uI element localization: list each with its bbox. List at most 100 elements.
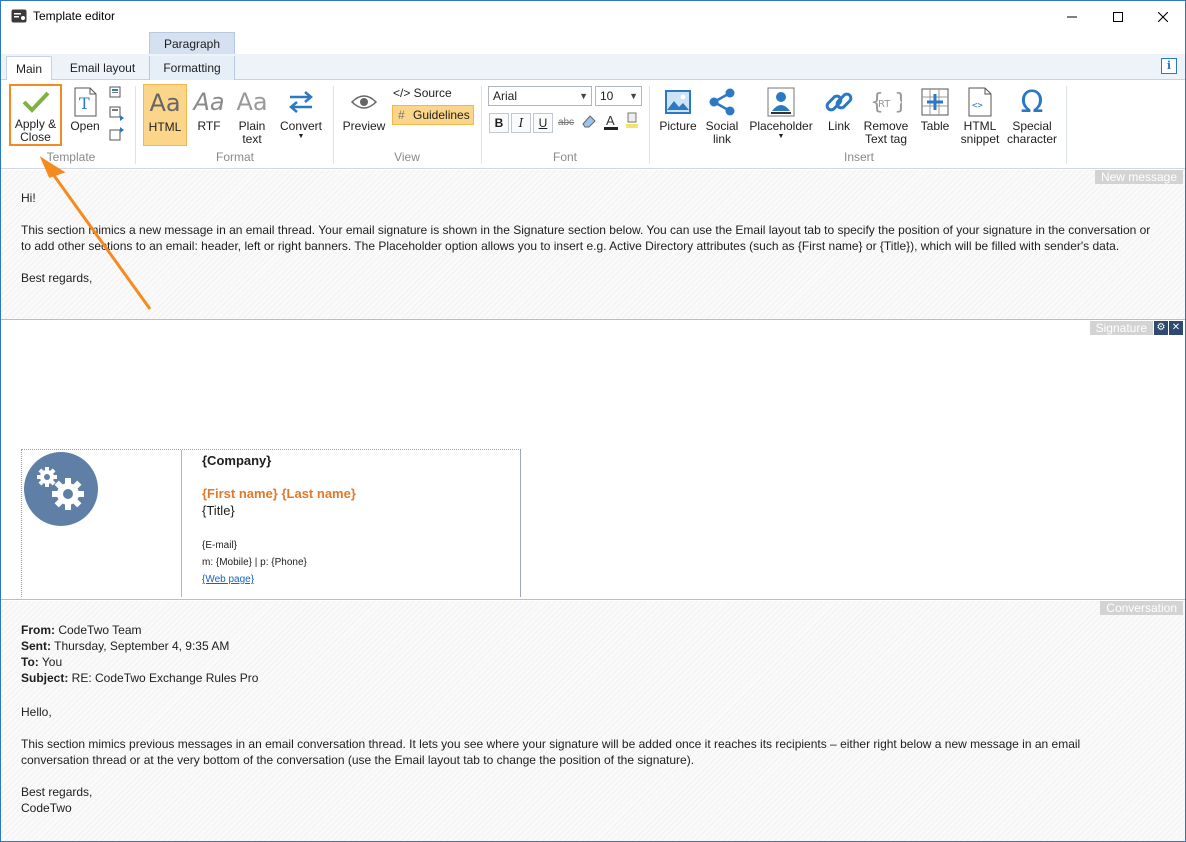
signature-email: {E-mail} xyxy=(202,540,238,551)
new-message-pane[interactable]: New message Hi! This section mimics a ne… xyxy=(1,170,1185,320)
conversation-signoff: CodeTwo xyxy=(21,801,72,815)
format-rtf-icon: Aa xyxy=(193,88,225,116)
format-plain-text-button[interactable]: Aa Plain text xyxy=(232,84,272,146)
tab-main[interactable]: Main xyxy=(6,56,52,81)
new-message-closing: Best regards, xyxy=(21,271,93,285)
checkmark-icon xyxy=(22,91,49,113)
highlight-color-button[interactable] xyxy=(622,111,642,131)
context-tab-paragraph: Paragraph xyxy=(149,32,235,54)
tab-formatting[interactable]: Formatting xyxy=(149,56,235,80)
open-button[interactable]: T Open xyxy=(66,84,104,146)
separator xyxy=(135,86,136,164)
convert-button[interactable]: Convert ▼ xyxy=(276,84,326,146)
eraser-icon xyxy=(582,115,596,128)
insert-placeholder-button[interactable]: Placeholder ▼ xyxy=(747,84,815,146)
signature-table[interactable]: {Company} {First name} {Last name} {Titl… xyxy=(21,449,521,597)
new-message-body[interactable]: Hi! This section mimics a new message in… xyxy=(21,190,1151,302)
insert-link-button[interactable]: Link xyxy=(819,84,859,146)
underline-button[interactable]: U xyxy=(533,113,553,133)
eye-icon xyxy=(350,95,378,109)
tab-row: Main Email layout Formatting i xyxy=(1,54,1185,81)
remove-text-tag-button[interactable]: { RT } Remove Text tag xyxy=(862,84,910,146)
font-color-button[interactable]: A xyxy=(601,113,621,133)
signature-name: {First name} {Last name} xyxy=(202,486,356,501)
separator xyxy=(649,86,650,164)
share-icon xyxy=(709,88,735,116)
apply-close-button[interactable]: Apply & Close xyxy=(9,84,62,146)
info-icon: i xyxy=(1166,59,1172,72)
format-html-button[interactable]: Aa HTML xyxy=(143,84,187,146)
separator xyxy=(1066,86,1067,164)
placeholder-user-icon xyxy=(767,87,795,117)
conversation-subject: Subject: RE: CodeTwo Exchange Rules Pro xyxy=(21,671,259,685)
template-option-icon-3[interactable] xyxy=(109,126,125,142)
info-button[interactable]: i xyxy=(1161,58,1177,74)
template-option-icon-2[interactable] xyxy=(109,106,125,122)
separator xyxy=(481,86,482,164)
conversation-greeting: Hello, xyxy=(21,705,52,719)
font-size-select[interactable]: 10 ▼ xyxy=(595,86,642,106)
conversation-body[interactable]: From: CodeTwo Team Sent: Thursday, Septe… xyxy=(21,622,1151,816)
insert-html-snippet-button[interactable]: <> HTML snippet xyxy=(958,84,1002,146)
highlighter-icon xyxy=(626,112,638,128)
maximize-icon xyxy=(1113,11,1123,22)
conversation-label: Conversation xyxy=(1100,601,1183,615)
svg-text:RT: RT xyxy=(878,99,891,110)
signature-phones: m: {Mobile} | p: {Phone} xyxy=(202,557,307,568)
group-label-format: Format xyxy=(215,150,254,164)
omega-icon: Ω xyxy=(1020,84,1044,120)
signature-settings-button[interactable]: ⚙ xyxy=(1154,321,1168,335)
signature-company: {Company} xyxy=(202,453,272,468)
convert-arrows-icon xyxy=(289,91,313,113)
insert-special-character-button[interactable]: Ω Special character xyxy=(1005,84,1059,146)
svg-text:A: A xyxy=(606,113,615,128)
group-label-template: Template xyxy=(46,150,96,164)
minimize-icon xyxy=(1067,16,1077,17)
ribbon-tabs: Paragraph Main Email layout Formatting i xyxy=(1,32,1185,81)
link-chain-icon xyxy=(825,92,853,112)
ribbon: Apply & Close T Open Template Aa HTML Aa… xyxy=(1,80,1185,169)
conversation-pane[interactable]: Conversation From: CodeTwo Team Sent: Th… xyxy=(1,601,1185,841)
gears-icon xyxy=(37,467,84,510)
close-window-button[interactable] xyxy=(1140,1,1185,32)
company-logo[interactable] xyxy=(24,452,98,526)
font-family-select[interactable]: Arial ▼ xyxy=(488,86,592,106)
preview-button[interactable]: Preview xyxy=(341,84,387,146)
close-icon xyxy=(1158,11,1168,22)
signature-pane[interactable]: Signature ⚙ ✕ {Company} {First name} {La… xyxy=(1,321,1185,600)
guidelines-button[interactable]: # Guidelines xyxy=(392,105,474,125)
format-plain-icon: Aa xyxy=(236,88,268,116)
minimize-button[interactable] xyxy=(1049,1,1095,32)
signature-logo-cell[interactable] xyxy=(21,450,182,597)
insert-social-link-button[interactable]: Social link xyxy=(702,84,742,146)
eraser-button[interactable] xyxy=(579,113,599,133)
strikethrough-button[interactable]: abc xyxy=(556,113,576,133)
new-message-label: New message xyxy=(1094,170,1183,184)
maximize-button[interactable] xyxy=(1095,1,1141,32)
title-bar: Template editor xyxy=(1,1,1185,32)
template-editor-window: Template editor Paragraph Main Email lay… xyxy=(0,0,1186,842)
conversation-closing: Best regards, xyxy=(21,785,93,799)
font-color-icon: A xyxy=(604,113,618,130)
table-icon xyxy=(921,88,949,116)
signature-details-cell[interactable]: {Company} {First name} {Last name} {Titl… xyxy=(182,450,521,597)
tab-email-layout[interactable]: Email layout xyxy=(58,56,147,80)
svg-text:T: T xyxy=(79,94,90,113)
insert-picture-button[interactable]: Picture xyxy=(657,84,699,146)
open-template-icon: T xyxy=(74,87,97,117)
signature-title: {Title} xyxy=(202,503,235,518)
window-title: Template editor xyxy=(33,9,116,23)
separator xyxy=(333,86,334,164)
signature-label: Signature xyxy=(1089,321,1153,335)
signature-web-link[interactable]: {Web page} xyxy=(202,574,254,585)
insert-table-button[interactable]: Table xyxy=(915,84,955,146)
group-label-font: Font xyxy=(552,150,577,164)
format-rtf-button[interactable]: Aa RTF xyxy=(190,84,228,146)
signature-close-button[interactable]: ✕ xyxy=(1169,321,1183,335)
picture-icon xyxy=(665,90,691,114)
italic-button[interactable]: I xyxy=(511,113,531,133)
group-label-view: View xyxy=(394,150,420,164)
template-option-icon-1[interactable] xyxy=(109,86,125,102)
bold-button[interactable]: B xyxy=(489,113,509,133)
source-button[interactable]: </> Source xyxy=(393,84,452,102)
